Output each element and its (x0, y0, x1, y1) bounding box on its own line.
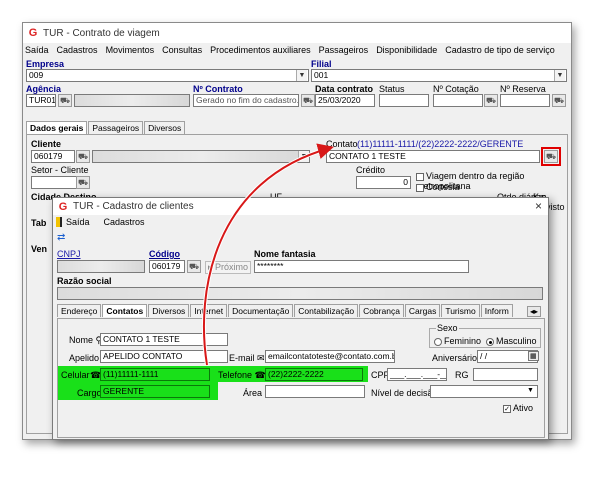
annotation-arrow (201, 143, 334, 366)
